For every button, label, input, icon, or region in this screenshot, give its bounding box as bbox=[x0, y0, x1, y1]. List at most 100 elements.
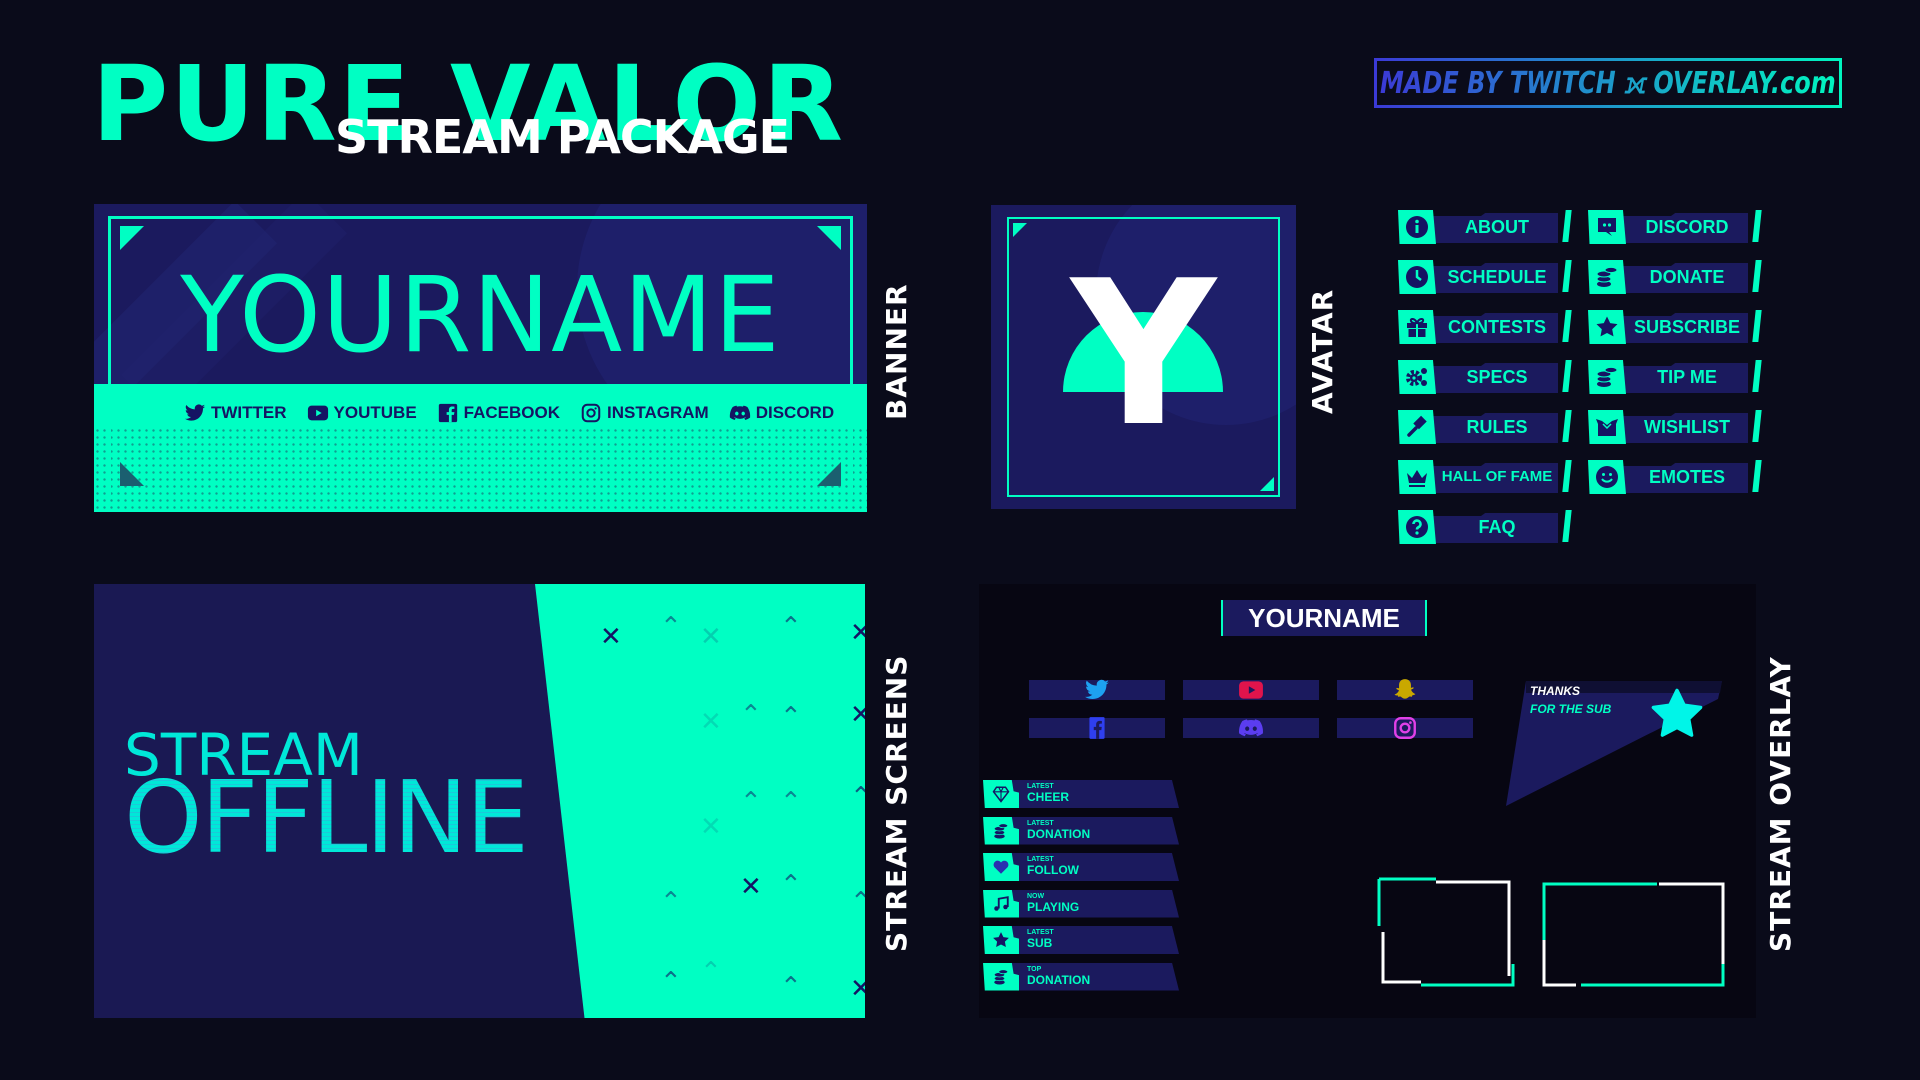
panel-icon-box bbox=[1398, 210, 1436, 244]
panel-edge bbox=[1562, 260, 1572, 292]
box-icon bbox=[1596, 419, 1618, 436]
x-mark-icon: ✕ bbox=[700, 622, 722, 652]
panel-about[interactable]: ABOUT bbox=[1398, 210, 1572, 244]
panel-icon-box bbox=[1588, 410, 1626, 444]
youtube-icon bbox=[307, 405, 328, 421]
credit-badge[interactable]: MADE BY TWITCH ⟗ OVERLAY.com bbox=[1374, 58, 1842, 108]
chevron-up-icon: ⌃ bbox=[780, 787, 802, 817]
star-icon bbox=[993, 932, 1009, 948]
section-label-stream-screens: STREAM SCREENS bbox=[880, 654, 913, 952]
sub-alert-box: THANKS FOR THE SUB bbox=[1506, 681, 1722, 806]
chevron-up-icon: ⌃ bbox=[780, 702, 802, 732]
panel-emotes[interactable]: EMOTES bbox=[1588, 460, 1762, 494]
panel-hall-of-fame[interactable]: HALL OF FAME bbox=[1398, 460, 1572, 494]
alert-big-label: PLAYING bbox=[1027, 899, 1080, 914]
panel-edge bbox=[1562, 360, 1572, 392]
banner-socials: TWITTER YOUTUBE FACEBOOK INSTAGRAM DISCO… bbox=[184, 402, 834, 424]
panel-label: SCHEDULE bbox=[1447, 267, 1547, 287]
panel-donate[interactable]: DONATE bbox=[1588, 260, 1762, 294]
chevron-up-icon: ⌃ bbox=[660, 887, 682, 917]
chevron-up-icon: ⌃ bbox=[850, 887, 865, 917]
x-mark-icon: ✕ bbox=[850, 618, 865, 648]
alert-cheer: LATEST CHEER bbox=[983, 780, 1179, 808]
alert-donation: LATEST DONATION bbox=[983, 816, 1179, 845]
panel-icon-box bbox=[1588, 310, 1626, 344]
x-mark-icon: ✕ bbox=[850, 974, 865, 1004]
offline-screen-preview: ✕ ⌃ ✕ ⌃ ✕ ✕ ⌃ ⌃ ✕ ✕ ⌃ ⌃ ⌃ ✕ ⌃ ⌃ ⌃ ⌃ ⌃ ⌃ ✕ STREAM OFFLINE bbox=[94, 584, 865, 1018]
overlay-name-plate: YOURNAME bbox=[1221, 600, 1427, 636]
banner-social-facebook: FACEBOOK bbox=[437, 402, 560, 424]
snapchat-icon bbox=[1394, 679, 1416, 699]
panel-discord[interactable]: DISCORD bbox=[1588, 210, 1762, 244]
chevron-up-icon: ⌃ bbox=[740, 787, 762, 817]
avatar-preview: Y bbox=[991, 205, 1296, 509]
social-label: FACEBOOK bbox=[463, 403, 561, 422]
panel-schedule[interactable]: SCHEDULE bbox=[1398, 260, 1572, 294]
panel-label: FAQ bbox=[1478, 517, 1516, 537]
panel-edge bbox=[1752, 260, 1762, 292]
panel-contests[interactable]: CONTESTS bbox=[1398, 310, 1572, 344]
chevron-up-icon: ⌃ bbox=[700, 957, 722, 987]
coins-icon bbox=[993, 968, 1009, 984]
twitter-icon bbox=[1085, 679, 1109, 699]
x-mark-icon: ✕ bbox=[600, 622, 622, 652]
panel-label: SPECS bbox=[1466, 367, 1528, 387]
social-label: TWITTER bbox=[211, 403, 287, 422]
smile-icon bbox=[1596, 466, 1618, 488]
alert-playing: NOW PLAYING bbox=[983, 889, 1179, 918]
overlay-social-twitter bbox=[1029, 679, 1165, 700]
panel-edge bbox=[1752, 460, 1762, 492]
panel-edge bbox=[1562, 210, 1572, 242]
alert-sub: LATEST SUB bbox=[983, 926, 1179, 954]
music-icon bbox=[994, 895, 1009, 911]
social-label: INSTAGRAM bbox=[607, 403, 709, 422]
panel-label: CONTESTS bbox=[1447, 317, 1546, 337]
overlay-preview: YOURNAME THANKS FOR THE SUB LATEST CHEER L… bbox=[979, 584, 1756, 1018]
panel-wishlist[interactable]: WISHLIST bbox=[1588, 410, 1762, 444]
chevron-up-icon: ⌃ bbox=[740, 700, 762, 730]
section-label-stream-overlay: STREAM OVERLAY bbox=[1764, 656, 1797, 952]
panel-edge bbox=[1752, 410, 1762, 442]
chevron-up-icon: ⌃ bbox=[780, 972, 802, 1002]
coins-icon bbox=[1596, 366, 1618, 387]
gem-icon bbox=[992, 786, 1010, 803]
discord-icon bbox=[729, 405, 750, 420]
panel-tip-me[interactable]: TIP ME bbox=[1588, 360, 1762, 394]
webcam-frame-wide bbox=[1542, 882, 1725, 987]
star-icon bbox=[1651, 688, 1703, 737]
banner-social-discord: DISCORD bbox=[729, 402, 834, 424]
chevron-up-icon: ⌃ bbox=[850, 782, 865, 812]
panel-edge bbox=[1562, 510, 1572, 542]
youtube-icon bbox=[1239, 681, 1263, 699]
x-mark-icon: ✕ bbox=[850, 700, 865, 730]
chevron-up-icon: ⌃ bbox=[660, 612, 682, 642]
chevron-up-icon: ⌃ bbox=[780, 870, 802, 900]
panel-faq[interactable]: FAQ bbox=[1398, 510, 1572, 544]
alert-donation: TOP DONATION bbox=[983, 962, 1179, 991]
panel-label: WISHLIST bbox=[1644, 417, 1730, 437]
overlay-social-snapchat bbox=[1337, 679, 1473, 700]
panel-label: TIP ME bbox=[1657, 367, 1717, 387]
panel-specs[interactable]: SPECS bbox=[1398, 360, 1572, 394]
package-subtitle: STREAM PACKAGE bbox=[335, 110, 790, 164]
coins-icon bbox=[993, 822, 1009, 838]
banner-social-youtube: YOUTUBE bbox=[307, 402, 417, 424]
panel-icon-box bbox=[1398, 310, 1436, 344]
panel-icon-box bbox=[1588, 460, 1626, 494]
panel-subscribe[interactable]: SUBSCRIBE bbox=[1588, 310, 1762, 344]
panel-label: EMOTES bbox=[1648, 467, 1725, 487]
overlay-social-instagram bbox=[1337, 717, 1473, 739]
corner-triangle bbox=[1260, 477, 1274, 491]
banner-social-instagram: INSTAGRAM bbox=[580, 402, 709, 424]
avatar-letter: Y bbox=[1071, 238, 1216, 471]
panel-label: DISCORD bbox=[1645, 217, 1729, 237]
instagram-icon bbox=[1394, 717, 1416, 739]
x-mark-icon: ✕ bbox=[700, 707, 722, 737]
panel-rules[interactable]: RULES bbox=[1398, 410, 1572, 444]
corner-triangle bbox=[120, 462, 144, 486]
discord-icon bbox=[1598, 218, 1616, 236]
panel-label: SUBSCRIBE bbox=[1633, 317, 1740, 337]
facebook-icon bbox=[1089, 717, 1105, 739]
panel-icon-box bbox=[1398, 360, 1436, 394]
overlay-social-discord bbox=[1183, 718, 1319, 738]
